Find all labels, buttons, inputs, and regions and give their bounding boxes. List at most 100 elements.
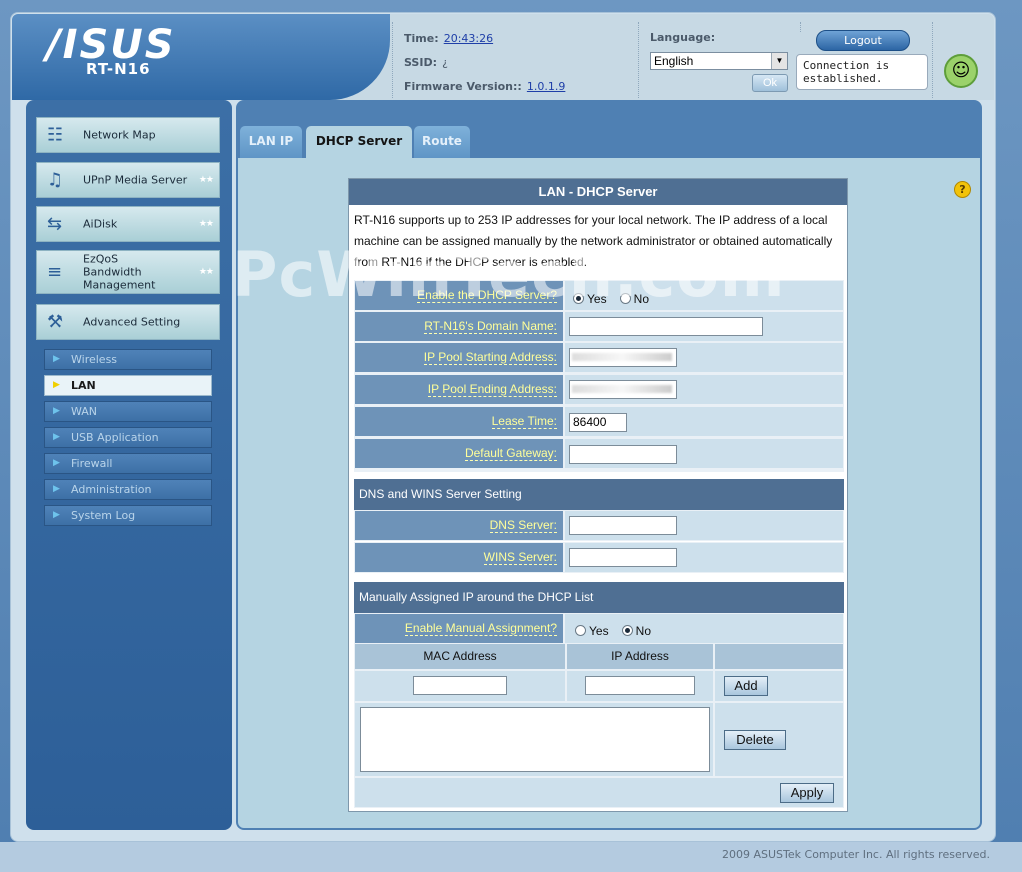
menu-item-advanced-setting[interactable]: ⚒ Advanced Setting [36, 304, 220, 340]
add-button[interactable]: Add [724, 676, 768, 696]
language-select[interactable]: English ▼ [650, 52, 788, 70]
submenu-label: System Log [71, 509, 136, 522]
domain-name-input[interactable] [569, 317, 763, 336]
tab-route[interactable]: Route [414, 126, 470, 158]
manual-yes-radio[interactable] [575, 625, 586, 636]
connection-status: Connection is established. [796, 54, 928, 90]
submenu-label: USB Application [71, 431, 159, 444]
language-selected: English [654, 54, 694, 68]
menu-item-label: Advanced Setting [83, 315, 181, 329]
copyright-text: 2009 ASUSTek Computer Inc. All rights re… [722, 848, 990, 861]
submenu-item-system-log[interactable]: ▶ System Log [44, 505, 212, 526]
advanced-setting-icon: ⚒ [47, 311, 64, 333]
assigned-ip-list[interactable] [360, 707, 710, 772]
network-map-icon: ☷ [47, 124, 64, 146]
row-value-dns-server [564, 510, 844, 541]
menu-item-label: Network Map [83, 128, 156, 142]
pool-end-input[interactable] [569, 380, 677, 399]
redacted-value [572, 385, 672, 393]
wins-server-input[interactable] [569, 548, 677, 567]
row-label-lease-time: Lease Time: [354, 406, 564, 437]
logo-block: /ISUS RT-N16 [12, 14, 390, 100]
ip-address-input[interactable] [585, 676, 695, 695]
time-link[interactable]: 20:43:26 [444, 32, 493, 45]
aidisk-icon: ⇆ [47, 213, 63, 235]
action-column-header [714, 643, 844, 670]
dns-wins-section-title: DNS and WINS Server Setting [354, 479, 844, 510]
help-icon[interactable]: ? [954, 181, 971, 198]
row-value-lease-time: 86400 [564, 406, 844, 437]
header-divider [392, 22, 393, 98]
submenu-item-wan[interactable]: ▶ WAN [44, 401, 212, 422]
menu-item-label: UPnP Media Server [83, 173, 188, 187]
add-cell: Add [714, 670, 844, 702]
status-avatar-icon: ☺ [944, 54, 978, 88]
stars-icon: ★★ [198, 219, 214, 229]
logout-button[interactable]: Logout [816, 30, 910, 51]
ssid-value: ¿ [442, 56, 448, 69]
row-label-enable-manual: Enable Manual Assignment? [354, 613, 564, 644]
enable-manual-label: Enable Manual Assignment? [404, 621, 557, 636]
media-server-icon: ♫ [47, 169, 64, 191]
menu-item-network-map[interactable]: ☷ Network Map [36, 117, 220, 153]
mac-address-column-header: MAC Address [354, 643, 566, 670]
watermark: PcWinTech.com [232, 238, 786, 311]
submenu-item-firewall[interactable]: ▶ Firewall [44, 453, 212, 474]
play-arrow-icon: ▶ [53, 484, 60, 494]
redacted-value [572, 353, 672, 361]
menu-item-aidisk[interactable]: ⇆ AiDisk ★★ [36, 206, 220, 242]
play-arrow-icon: ▶ [53, 510, 60, 520]
menu-item-ezqos[interactable]: ≡ EzQoS Bandwidth Management ★★ [36, 250, 220, 294]
submenu-item-wireless[interactable]: ▶ Wireless [44, 349, 212, 370]
menu-item-label: EzQoS Bandwidth Management [83, 252, 156, 292]
default-gateway-label: Default Gateway: [464, 446, 557, 461]
delete-cell: Delete [714, 702, 844, 777]
submenu-item-usb-application[interactable]: ▶ USB Application [44, 427, 212, 448]
submenu-label: LAN [71, 379, 96, 392]
dns-server-label: DNS Server: [489, 518, 557, 533]
row-label-default-gateway: Default Gateway: [354, 438, 564, 469]
submenu-item-lan[interactable]: ▶ LAN [44, 375, 212, 396]
menu-item-upnp-media-server[interactable]: ♫ UPnP Media Server ★★ [36, 162, 220, 198]
row-value-pool-end [564, 374, 844, 405]
language-label: Language: [650, 31, 716, 44]
default-gateway-input[interactable] [569, 445, 677, 464]
header-divider [932, 22, 933, 98]
firmware-link[interactable]: 1.0.1.9 [527, 80, 565, 93]
manual-no-radio[interactable] [621, 625, 633, 636]
panel-title: LAN - DHCP Server [349, 179, 847, 205]
chevron-down-icon[interactable]: ▼ [771, 53, 787, 69]
pool-start-input[interactable] [569, 348, 677, 367]
assigned-list-cell [354, 702, 714, 777]
ezqos-icon: ≡ [47, 261, 63, 283]
row-value-enable-manual: Yes No [564, 613, 844, 644]
domain-name-label: RT-N16's Domain Name: [424, 319, 557, 334]
play-arrow-icon: ▶ [53, 380, 60, 390]
manual-no-label: No [635, 624, 652, 638]
stars-icon: ★★ [198, 175, 214, 185]
delete-button[interactable]: Delete [724, 730, 786, 750]
pool-start-label: IP Pool Starting Address: [423, 350, 557, 365]
tab-dhcp-server[interactable]: DHCP Server [306, 126, 412, 158]
row-value-domain-name [564, 311, 844, 342]
lease-time-input[interactable]: 86400 [569, 413, 627, 432]
model-name: RT-N16 [86, 60, 151, 78]
dns-server-input[interactable] [569, 516, 677, 535]
row-label-dns-server: DNS Server: [354, 510, 564, 541]
row-label-pool-end: IP Pool Ending Address: [354, 374, 564, 405]
row-value-pool-start [564, 342, 844, 373]
submenu-item-administration[interactable]: ▶ Administration [44, 479, 212, 500]
submenu-label: Firewall [71, 457, 113, 470]
apply-button[interactable]: Apply [780, 783, 834, 803]
firmware-label: Firmware Version:: [404, 80, 522, 93]
system-info: Time: 20:43:26 SSID: ¿ Firmware Version:… [404, 26, 565, 98]
mac-address-input[interactable] [413, 676, 507, 695]
mac-address-cell [354, 670, 566, 702]
language-ok-button[interactable]: Ok [752, 74, 788, 92]
play-arrow-icon: ▶ [53, 406, 60, 416]
play-arrow-icon: ▶ [53, 458, 60, 468]
apply-row: Apply [354, 777, 844, 808]
tab-lan-ip[interactable]: LAN IP [240, 126, 302, 158]
row-value-default-gateway [564, 438, 844, 469]
ip-address-column-header: IP Address [566, 643, 714, 670]
